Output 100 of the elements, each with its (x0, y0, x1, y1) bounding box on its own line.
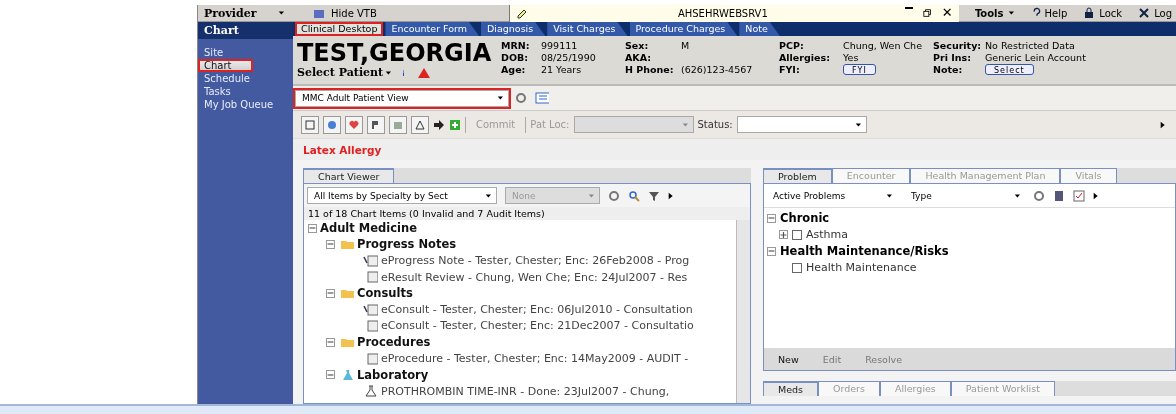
scrollbar[interactable] (736, 220, 750, 403)
panel-tab[interactable]: Problem (763, 168, 832, 183)
patient-button[interactable]: Select (985, 64, 1034, 75)
status-dropdown[interactable] (736, 116, 867, 133)
field-value: 999111 (541, 40, 579, 52)
collapse-toggle[interactable] (326, 239, 335, 249)
menu-button[interactable]: Tools (974, 7, 1017, 19)
panel-tab[interactable]: Meds (763, 381, 819, 396)
sidebar-item[interactable]: Site (198, 46, 293, 59)
collapse-toggle[interactable] (326, 288, 335, 298)
close-icon (1138, 7, 1151, 19)
chart-item[interactable]: PROTHROMBIN TIME-INR - Done: 23Jul2007 - Chung, (381, 384, 670, 398)
role-dropdown[interactable]: Provider (198, 6, 293, 20)
toolbar-button[interactable] (411, 115, 429, 134)
field-label: Security: (933, 40, 983, 52)
question-icon (1032, 7, 1041, 19)
checklist-icon (1073, 189, 1085, 202)
field-value: Chung, Wen Che (843, 40, 922, 52)
chart-item[interactable]: eConsult - Tester, Chester; Enc: 06Jul2010 - Consultation (381, 303, 693, 317)
menu-button[interactable]: Help (1032, 7, 1068, 19)
tree-group-label: Progress Notes (357, 237, 457, 252)
field-label: Sex: (625, 40, 650, 52)
pat-loc-label: Pat Loc: (530, 119, 570, 130)
field-value: 08/25/1990 (541, 52, 597, 64)
toolbar-icon (313, 7, 325, 19)
tab[interactable]: Visit Charges (547, 22, 628, 36)
chart-item[interactable]: eProgress Note - Tester, Chester; Enc: 26Feb2008 - Prog (381, 254, 690, 268)
field-value: (626)123-4567 (681, 64, 754, 76)
toolbar-button[interactable] (301, 115, 319, 134)
menu-button[interactable]: Lock (1083, 7, 1123, 19)
collapse-toggle[interactable] (326, 370, 335, 380)
tab[interactable]: Note (739, 22, 780, 36)
expand-toggle[interactable] (779, 230, 788, 240)
problem-checkbox[interactable] (792, 229, 802, 240)
field-value: 21 Years (541, 64, 583, 76)
problem-item[interactable]: Health Maintenance (806, 261, 917, 275)
warning-icon (416, 66, 431, 79)
chart-viewer-tab[interactable]: Chart Viewer (303, 168, 395, 183)
toolbar-button[interactable] (345, 115, 363, 134)
tree-group-label: Procedures (357, 335, 431, 350)
tab[interactable]: Diagnosis (481, 22, 546, 36)
patient-button[interactable]: FYI (843, 64, 876, 75)
chart-item[interactable]: eProcedure - Tester, Chester; Enc: 14May2009 - AUDIT - (381, 352, 689, 365)
field-label: Allergies: (779, 52, 831, 64)
tree-group-label: Adult Medicine (320, 221, 417, 236)
pencil-icon (515, 7, 528, 19)
collapse-toggle[interactable] (326, 337, 335, 347)
field-value: Generic Lein Account (985, 52, 1087, 64)
collapse-toggle[interactable] (767, 246, 776, 256)
sidebar-item[interactable]: Chart (198, 59, 253, 72)
pat-loc-dropdown[interactable] (573, 116, 694, 133)
field-label: FYI: (779, 64, 801, 76)
tree-group-label: Laboratory (357, 367, 429, 382)
lock-icon (1083, 7, 1096, 19)
sidebar-title: Chart (198, 22, 293, 39)
add-icon (449, 118, 461, 131)
filter-dropdown[interactable]: All Items by Specialty by Sect (307, 187, 497, 204)
chart-item-count: 11 of 18 Chart Items (0 Invalid and 7 Audit Items) (304, 207, 750, 220)
signed-note-icon (362, 254, 378, 267)
problem-item[interactable]: Asthma (806, 228, 848, 242)
collapse-toggle[interactable] (308, 223, 317, 233)
view-dropdown[interactable]: MMC Adult Patient View (295, 89, 509, 107)
field-label: DOB: (501, 52, 529, 64)
tab[interactable]: Procedure Charges (629, 22, 738, 36)
status-label: Status: (697, 119, 733, 130)
action-button[interactable]: New (778, 353, 799, 365)
problem-checkbox[interactable] (792, 262, 802, 273)
collapse-toggle[interactable] (767, 213, 776, 223)
problem-category: Chronic (780, 211, 830, 226)
field-label: H Phone: (625, 64, 675, 76)
chart-item[interactable]: eConsult - Tester, Chester; Enc: 21Dec2007 - Consultatio (381, 319, 694, 333)
refresh-icon (1033, 189, 1045, 202)
refresh-icon (515, 92, 527, 104)
field-label: Age: (501, 64, 527, 76)
filter-icon (648, 189, 660, 202)
menu-button[interactable]: Log (1138, 7, 1172, 19)
sidebar-item[interactable]: Schedule (198, 72, 293, 85)
toolbar-button[interactable] (367, 115, 385, 134)
problem-category: Health Maintenance/Risks (780, 244, 949, 259)
allergy-warning-text: Latex Allergy (303, 143, 382, 156)
field-value: M (681, 40, 691, 52)
toolbar-button[interactable] (323, 115, 341, 134)
restore-icon (922, 7, 933, 19)
hide-vtb-button[interactable]: Hide VTB (293, 7, 395, 19)
chart-item[interactable]: eResult Review - Chung, Wen Che; Enc: 24Jul2007 - Res (381, 270, 688, 284)
refresh-icon (608, 189, 620, 202)
tab[interactable]: Encounter Form (385, 22, 479, 36)
folder-icon (338, 287, 354, 300)
forward-icon (433, 118, 445, 131)
field-label: Note: (933, 64, 964, 76)
sidebar-item[interactable]: My Job Queue (198, 98, 293, 111)
select-patient-button[interactable]: Select Patient (297, 66, 395, 79)
close-icon (942, 7, 953, 19)
folder-icon (338, 238, 354, 251)
field-value: Yes (843, 52, 860, 64)
sidebar-item[interactable]: Tasks (198, 85, 293, 98)
signed-note-icon (362, 303, 378, 316)
field-label: AKA: (625, 52, 653, 64)
tab[interactable]: Clinical Desktop (295, 22, 384, 36)
field-label: PCP: (779, 40, 805, 52)
